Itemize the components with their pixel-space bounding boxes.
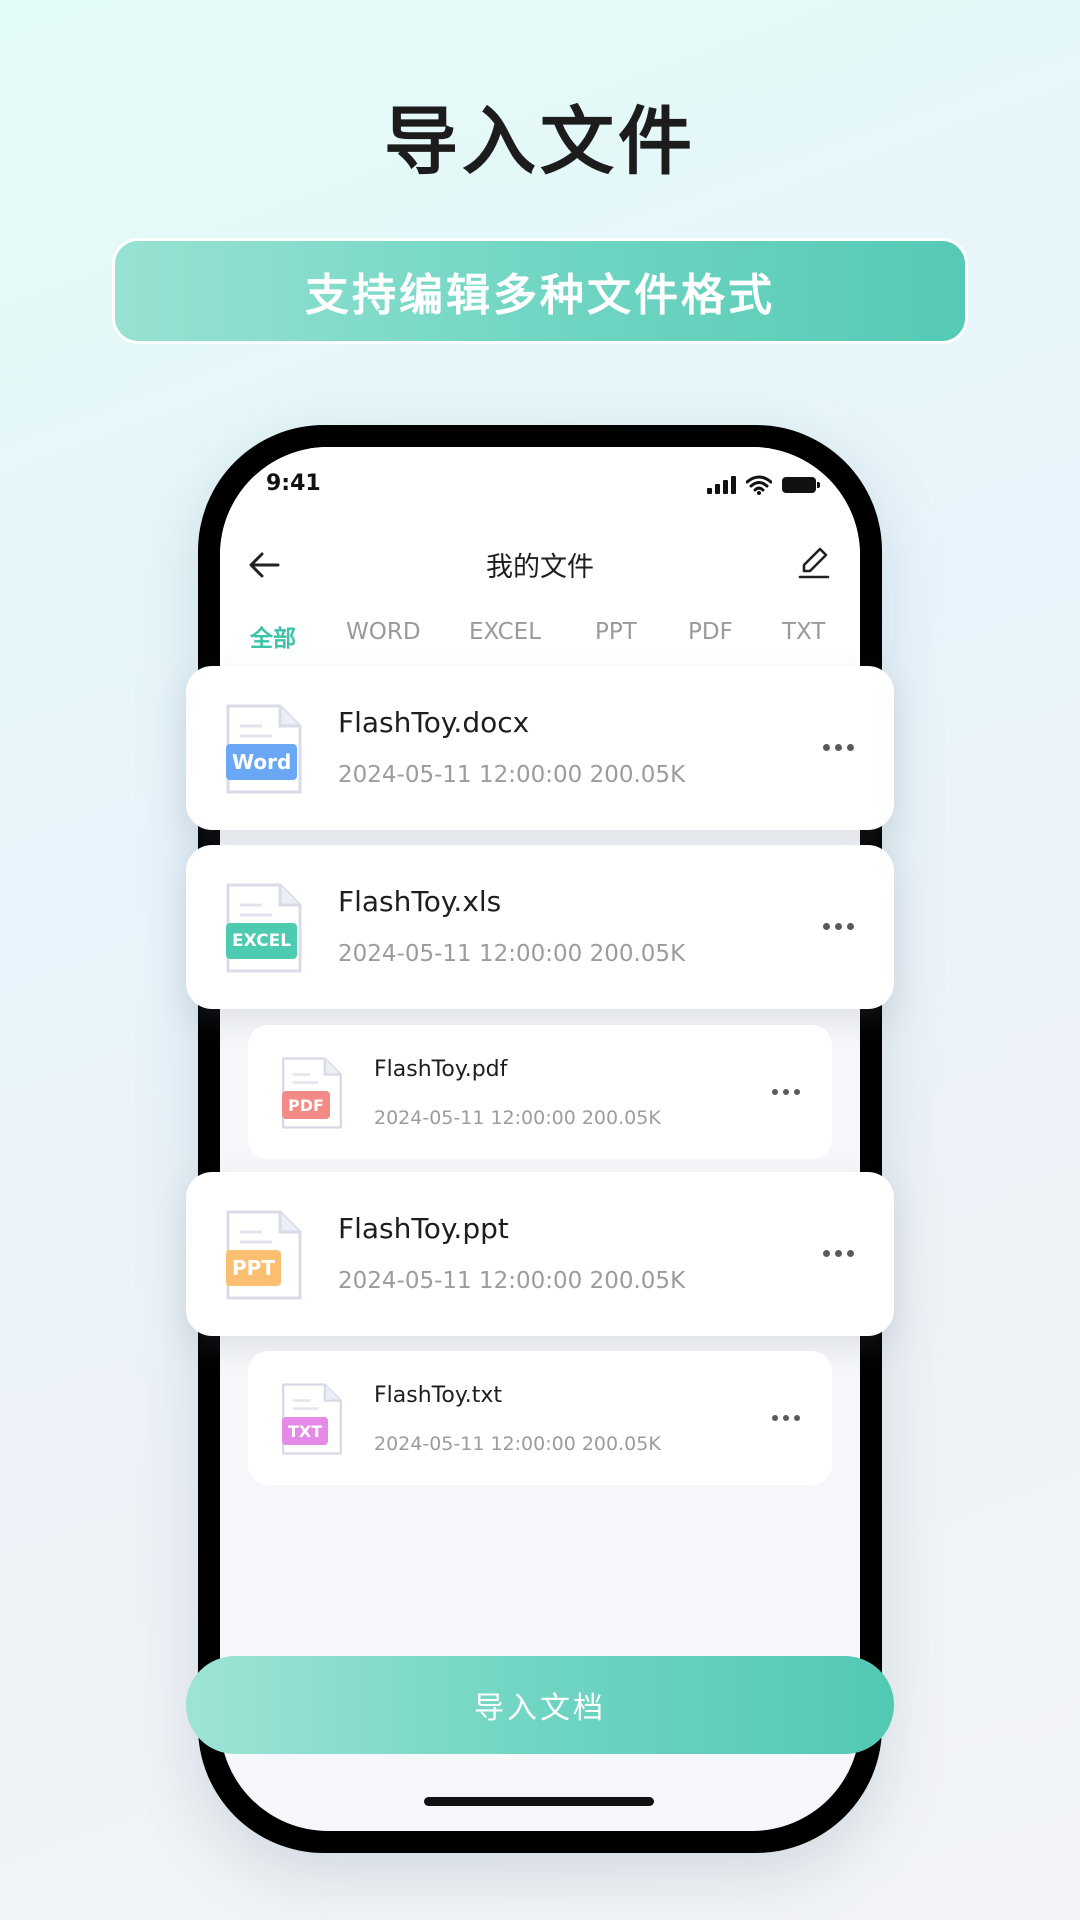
tab-excel[interactable]: EXCEL: [469, 619, 595, 653]
more-icon[interactable]: [772, 1089, 800, 1095]
file-type-badge: EXCEL: [226, 923, 298, 959]
file-type-badge: PDF: [282, 1091, 330, 1119]
file-meta: 2024-05-11 12:00:00 200.05K: [374, 1433, 661, 1455]
wifi-icon: [746, 475, 772, 495]
status-icons: [707, 475, 820, 495]
file-card-txt[interactable]: TXT FlashToy.txt 2024-05-11 12:00:00 200…: [248, 1351, 832, 1485]
file-type-tabs: 全部 WORD EXCEL PPT PDF TXT: [250, 619, 842, 653]
file-name: FlashToy.pdf: [374, 1057, 508, 1082]
tab-word[interactable]: WORD: [346, 619, 469, 653]
tab-txt[interactable]: TXT: [782, 619, 842, 653]
tab-pdf[interactable]: PDF: [688, 619, 782, 653]
tab-ppt[interactable]: PPT: [595, 619, 688, 653]
file-card-docx[interactable]: Word FlashToy.docx 2024-05-11 12:00:00 2…: [186, 666, 894, 830]
hero-banner: 支持编辑多种文件格式: [112, 238, 968, 344]
status-time: 9:41: [266, 471, 321, 496]
more-icon[interactable]: [823, 923, 854, 930]
header-area: 9:41 我的文件 全部 WORD EXCEL PPT PDF TXT: [220, 447, 860, 677]
hero-title: 导入文件: [384, 99, 696, 185]
file-type-badge: TXT: [282, 1417, 329, 1445]
file-card-xls[interactable]: EXCEL FlashToy.xls 2024-05-11 12:00:00 2…: [186, 845, 894, 1009]
file-type-badge: PPT: [226, 1250, 281, 1286]
battery-icon: [782, 477, 820, 493]
more-icon[interactable]: [772, 1415, 800, 1421]
file-name: FlashToy.txt: [374, 1383, 502, 1408]
more-icon[interactable]: [823, 744, 854, 751]
import-document-button[interactable]: 导入文档: [186, 1656, 894, 1754]
tab-all[interactable]: 全部: [250, 619, 346, 653]
file-card-pdf[interactable]: PDF FlashToy.pdf 2024-05-11 12:00:00 200…: [248, 1025, 832, 1159]
file-card-ppt[interactable]: PPT FlashToy.ppt 2024-05-11 12:00:00 200…: [186, 1172, 894, 1336]
file-meta: 2024-05-11 12:00:00 200.05K: [374, 1107, 661, 1129]
edit-icon[interactable]: [794, 543, 834, 583]
file-name: FlashToy.docx: [338, 706, 530, 739]
file-name: FlashToy.xls: [338, 885, 502, 918]
file-meta: 2024-05-11 12:00:00 200.05K: [338, 1268, 686, 1294]
page-title: 我的文件: [486, 552, 594, 583]
more-icon[interactable]: [823, 1250, 854, 1257]
file-meta: 2024-05-11 12:00:00 200.05K: [338, 941, 686, 967]
file-name: FlashToy.ppt: [338, 1212, 509, 1245]
signal-icon: [707, 476, 736, 494]
file-meta: 2024-05-11 12:00:00 200.05K: [338, 762, 686, 788]
file-type-badge: Word: [226, 744, 298, 780]
home-indicator: [424, 1797, 654, 1806]
